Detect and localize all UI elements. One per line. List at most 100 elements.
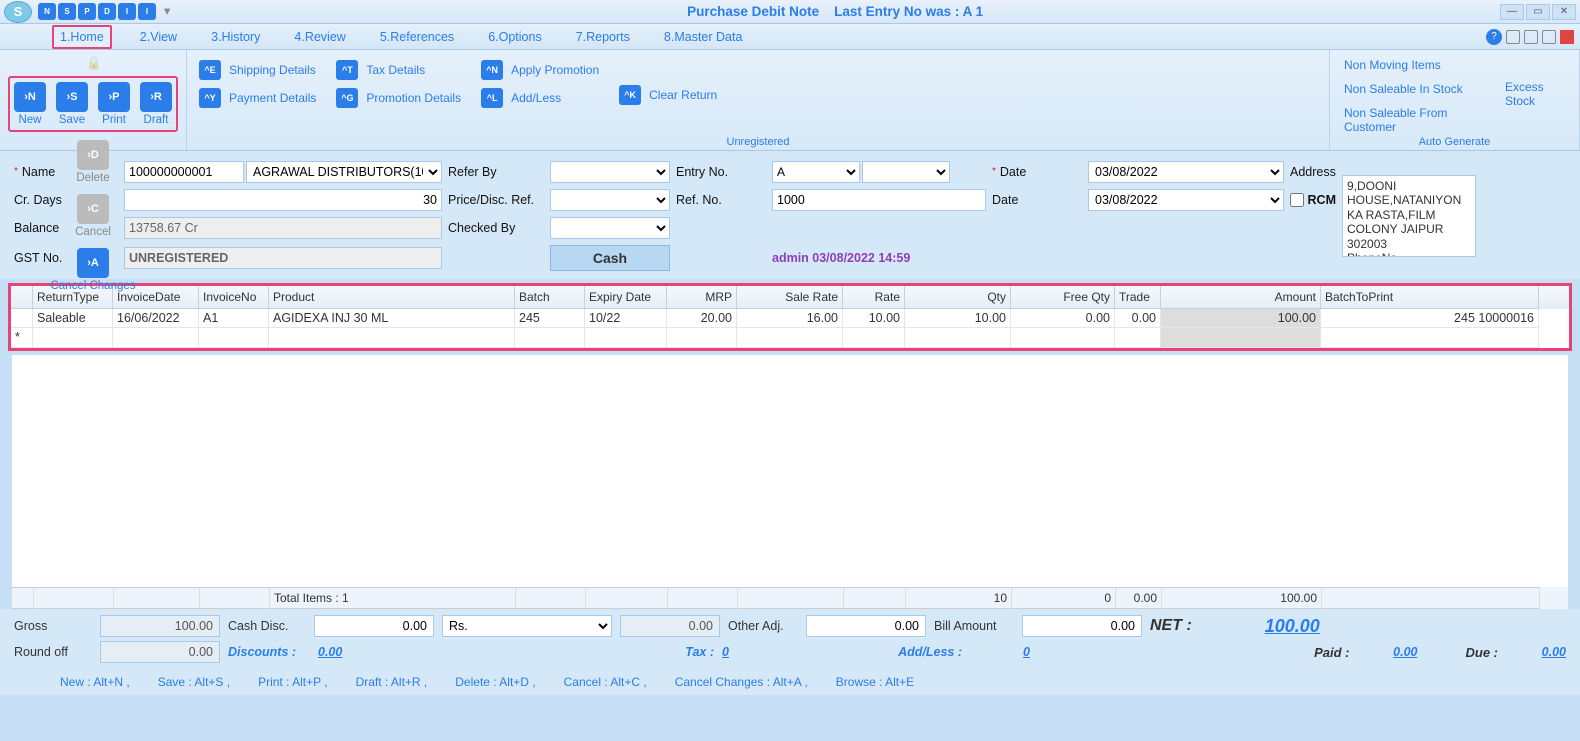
date2-select[interactable]: 03/08/2022 bbox=[1088, 189, 1284, 211]
paid-value[interactable]: 0.00 bbox=[1358, 645, 1418, 659]
payment-details-link[interactable]: Payment Details bbox=[229, 91, 316, 105]
rcm-checkbox[interactable] bbox=[1290, 193, 1304, 207]
discounts-value[interactable]: 0.00 bbox=[318, 645, 424, 659]
non-moving-link[interactable]: Non Moving Items bbox=[1342, 56, 1479, 74]
qa-icon-6[interactable]: I bbox=[138, 3, 156, 20]
excess-stock-link[interactable]: Excess Stock bbox=[1503, 78, 1567, 110]
minimize-button[interactable]: — bbox=[1500, 4, 1524, 20]
hdr-trade[interactable]: Trade bbox=[1115, 286, 1161, 309]
new-button[interactable]: ›NNew bbox=[12, 80, 48, 128]
tab-options[interactable]: 6.Options bbox=[482, 27, 548, 47]
cell-returntype[interactable]: Saleable bbox=[33, 309, 113, 328]
cell-batch[interactable]: 245 bbox=[515, 309, 585, 328]
name-code-input[interactable] bbox=[124, 161, 244, 183]
hdr-freeqty[interactable]: Free Qty bbox=[1011, 286, 1115, 309]
cell-batchtoprint[interactable]: 245 10000016 bbox=[1321, 309, 1539, 328]
tab-home[interactable]: 1.Home bbox=[52, 25, 112, 49]
tool-icon-2[interactable] bbox=[1524, 30, 1538, 44]
cell-salerate[interactable]: 16.00 bbox=[737, 309, 843, 328]
apply-promotion-link[interactable]: Apply Promotion bbox=[511, 63, 599, 77]
qa-draft-icon[interactable]: D bbox=[98, 3, 116, 20]
summary-row: Total Items : 1 10 0 0.00 100.00 bbox=[12, 587, 1568, 609]
billamount-label: Bill Amount bbox=[934, 619, 1014, 633]
cell-trade[interactable]: 0.00 bbox=[1115, 309, 1161, 328]
due-value[interactable]: 0.00 bbox=[1506, 645, 1566, 659]
address-text: 9,DOONI HOUSE,NATANIYON KA RASTA,FILM CO… bbox=[1342, 175, 1476, 257]
name-select[interactable]: AGRAWAL DISTRIBUTORS(100000000001) bbox=[246, 161, 442, 183]
maximize-button[interactable]: ▭ bbox=[1526, 4, 1550, 20]
hdr-expiry[interactable]: Expiry Date bbox=[585, 286, 667, 309]
tool-icon-4[interactable] bbox=[1560, 30, 1574, 44]
cash-payment-type[interactable]: Cash bbox=[550, 245, 670, 271]
crdays-input[interactable] bbox=[124, 189, 442, 211]
cell-invoicedate[interactable]: 16/06/2022 bbox=[113, 309, 199, 328]
otheradj-input[interactable] bbox=[806, 615, 926, 637]
hdr-batch[interactable]: Batch bbox=[515, 286, 585, 309]
hdr-rate[interactable]: Rate bbox=[843, 286, 905, 309]
shipping-details-link[interactable]: Shipping Details bbox=[229, 63, 316, 77]
tab-master-data[interactable]: 8.Master Data bbox=[658, 27, 749, 47]
save-button[interactable]: ›SSave bbox=[54, 80, 90, 128]
qa-new-icon[interactable]: N bbox=[38, 3, 56, 20]
cancel-changes-button[interactable]: ›ACancel Changes bbox=[48, 246, 137, 294]
sum-qty: 10 bbox=[906, 587, 1012, 609]
tax-value[interactable]: 0 bbox=[722, 645, 786, 659]
tax-icon: ^T bbox=[336, 60, 358, 80]
cell-freeqty[interactable]: 0.00 bbox=[1011, 309, 1115, 328]
price-select[interactable] bbox=[550, 189, 670, 211]
hdr-mrp[interactable]: MRP bbox=[667, 286, 737, 309]
non-saleable-customer-link[interactable]: Non Saleable From Customer bbox=[1342, 104, 1479, 136]
tool-icon-3[interactable] bbox=[1542, 30, 1556, 44]
qa-print-icon[interactable]: P bbox=[78, 3, 96, 20]
billamount-input[interactable] bbox=[1022, 615, 1142, 637]
close-button[interactable]: ✕ bbox=[1552, 4, 1576, 20]
checked-select[interactable] bbox=[550, 217, 670, 239]
tab-reports[interactable]: 7.Reports bbox=[570, 27, 636, 47]
cell-qty[interactable]: 10.00 bbox=[905, 309, 1011, 328]
promotion-details-link[interactable]: Promotion Details bbox=[366, 91, 461, 105]
cell-rate[interactable]: 10.00 bbox=[843, 309, 905, 328]
entry-a-select[interactable]: A bbox=[772, 161, 860, 183]
cell-invoiceno[interactable]: A1 bbox=[199, 309, 269, 328]
tab-view[interactable]: 2.View bbox=[134, 27, 183, 47]
print-button[interactable]: ›PPrint bbox=[96, 80, 132, 128]
refer-select[interactable] bbox=[550, 161, 670, 183]
hdr-product[interactable]: Product bbox=[269, 286, 515, 309]
cell-amount[interactable]: 100.00 bbox=[1161, 309, 1321, 328]
cashdisc-input[interactable] bbox=[314, 615, 434, 637]
clear-return-link[interactable]: Clear Return bbox=[649, 88, 717, 102]
tab-references[interactable]: 5.References bbox=[374, 27, 460, 47]
addless-value[interactable]: 0 bbox=[970, 645, 1030, 659]
draft-button[interactable]: ›RDraft bbox=[138, 80, 174, 128]
refno-input[interactable] bbox=[772, 189, 986, 211]
grid-row-1[interactable]: Saleable 16/06/2022 A1 AGIDEXA INJ 30 ML… bbox=[11, 309, 1569, 328]
window-controls: — ▭ ✕ bbox=[1500, 4, 1576, 20]
sc-save: Save : Alt+S , bbox=[158, 675, 230, 689]
sc-delete: Delete : Alt+D , bbox=[455, 675, 535, 689]
sum-trade: 0.00 bbox=[1116, 587, 1162, 609]
rs-select[interactable]: Rs. bbox=[442, 615, 612, 637]
cell-expiry[interactable]: 10/22 bbox=[585, 309, 667, 328]
grid-row-new[interactable]: * bbox=[11, 328, 1569, 348]
qa-save-icon[interactable]: S bbox=[58, 3, 76, 20]
sc-cancel: Cancel : Alt+C , bbox=[564, 675, 647, 689]
tab-review[interactable]: 4.Review bbox=[288, 27, 351, 47]
help-icon[interactable]: ? bbox=[1486, 29, 1502, 45]
hdr-sale-rate[interactable]: Sale Rate bbox=[737, 286, 843, 309]
cell-product[interactable]: AGIDEXA INJ 30 ML bbox=[269, 309, 515, 328]
tab-history[interactable]: 3.History bbox=[205, 27, 266, 47]
hdr-qty[interactable]: Qty bbox=[905, 286, 1011, 309]
non-saleable-stock-link[interactable]: Non Saleable In Stock bbox=[1342, 80, 1479, 98]
cell-mrp[interactable]: 20.00 bbox=[667, 309, 737, 328]
due-label: Due : bbox=[1466, 645, 1499, 660]
hdr-amount[interactable]: Amount bbox=[1161, 286, 1321, 309]
entry-b-select[interactable] bbox=[862, 161, 950, 183]
hdr-batchtoprint[interactable]: BatchToPrint bbox=[1321, 286, 1539, 309]
hdr-invoiceno[interactable]: InvoiceNo bbox=[199, 286, 269, 309]
tool-icon-1[interactable] bbox=[1506, 30, 1520, 44]
add-less-link[interactable]: Add/Less bbox=[511, 91, 561, 105]
date1-label: Date bbox=[992, 165, 1082, 179]
tax-details-link[interactable]: Tax Details bbox=[366, 63, 425, 77]
qa-icon-5[interactable]: I bbox=[118, 3, 136, 20]
date1-select[interactable]: 03/08/2022 bbox=[1088, 161, 1284, 183]
